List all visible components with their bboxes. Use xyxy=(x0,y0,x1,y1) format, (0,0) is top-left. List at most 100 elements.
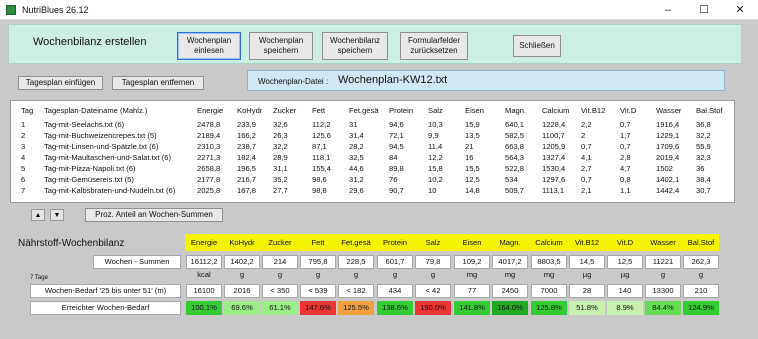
need-value[interactable]: < 42 xyxy=(415,284,451,298)
table-cell: 2,8 xyxy=(620,153,631,162)
column-header[interactable]: Energie xyxy=(197,105,223,116)
table-cell: 7 xyxy=(21,186,26,195)
need-value[interactable]: 77 xyxy=(454,284,490,298)
table-row[interactable]: 6 Tag-mit-Gemüsereis.txt (5) 2177,8 216,7 35… xyxy=(11,174,734,185)
table-cell: 27,7 xyxy=(273,186,288,195)
column-header[interactable]: KoHydr xyxy=(237,105,262,116)
save-weekplan-button[interactable]: Wochenplan speichern xyxy=(249,32,313,60)
unit-label: g xyxy=(430,270,436,279)
reset-form-button[interactable]: Formularfelder zurücksetzen xyxy=(400,32,468,60)
table-cell: 2177,8 xyxy=(197,175,221,184)
table-cell: 522,8 xyxy=(505,164,525,173)
column-header[interactable]: Magn. xyxy=(505,105,526,116)
table-cell: 233,9 xyxy=(237,120,257,129)
table-cell: 32,5 xyxy=(349,153,364,162)
bilanz-header: Vit.D xyxy=(616,238,634,247)
insert-dayplan-button[interactable]: Tagesplan einfügen xyxy=(18,76,103,90)
load-weekplan-button[interactable]: Wochenplan einlesen xyxy=(177,32,241,60)
need-value[interactable]: 2016 xyxy=(224,284,260,298)
table-cell: 10 xyxy=(428,186,437,195)
reached-value: 69.6% xyxy=(224,301,260,315)
table-cell: 1502 xyxy=(656,164,673,173)
file-name: Wochenplan-KW12.txt xyxy=(338,74,448,86)
reached-value: 51.8% xyxy=(569,301,605,315)
table-cell: 36 xyxy=(696,164,705,173)
table-row[interactable]: 7 Tag-mit-Kalbsbraten-und-Nudeln.txt (6) 2… xyxy=(11,185,734,196)
table-cell: 1402,1 xyxy=(656,175,680,184)
column-header[interactable]: Salz xyxy=(428,105,443,116)
table-row[interactable]: 1 Tag-mit-Seelachs.txt (6) 2478,8 233,9 32,6… xyxy=(11,119,734,130)
reached-value: 61.1% xyxy=(262,301,298,315)
table-cell: 167,8 xyxy=(237,186,257,195)
column-header[interactable]: Calcium xyxy=(542,105,569,116)
maximize-button[interactable]: ☐ xyxy=(686,1,722,19)
table-cell: 28,2 xyxy=(349,142,364,151)
unit-label: g xyxy=(353,270,359,279)
column-header[interactable]: Vit.B12 xyxy=(581,105,605,116)
need-value[interactable]: 16100 xyxy=(186,284,222,298)
bilanz-header: KoHydr xyxy=(229,238,255,247)
need-value[interactable]: 2450 xyxy=(492,284,528,298)
move-down-button[interactable]: ▼ xyxy=(50,209,64,221)
column-header[interactable]: Tagesplan-Dateiname (Mahlz.) xyxy=(44,105,147,116)
need-value[interactable]: 28 xyxy=(569,284,605,298)
unit-label: µg xyxy=(582,270,592,279)
file-label: Wochenplan-Datei : xyxy=(258,77,329,86)
column-header[interactable]: Zucker xyxy=(273,105,296,116)
table-cell: 10,2 xyxy=(428,175,443,184)
table-row[interactable]: 2 Tag-mit-Buchweizencrepes.txt (5) 2189,4 1… xyxy=(11,130,734,141)
table-cell: 13,5 xyxy=(465,131,480,140)
table-row[interactable]: 5 Tag-mit-Pizza-Napoli.txt (6) 2658,8 196,5… xyxy=(11,163,734,174)
window-title: NutriBlues 26.12 xyxy=(22,5,89,15)
percent-share-button[interactable]: Proz. Anteil an Wochen-Summen xyxy=(85,208,223,222)
bilanz-header: Salz xyxy=(425,238,441,247)
table-cell: 2025,8 xyxy=(197,186,221,195)
table-cell: 534 xyxy=(505,175,518,184)
table-cell: 0,7 xyxy=(620,142,631,151)
column-header[interactable]: Fet.gesä xyxy=(349,105,379,116)
remove-dayplan-button[interactable]: Tagesplan entfernen xyxy=(112,76,204,90)
need-value[interactable]: < 350 xyxy=(262,284,298,298)
column-header[interactable]: Fett xyxy=(312,105,325,116)
table-row[interactable]: 3 Tag-mit-Linsen-und-Spätzle.txt (6) 2310,… xyxy=(11,141,734,152)
table-cell: 31,1 xyxy=(273,164,288,173)
table-cell: 76 xyxy=(389,175,398,184)
unit-label: g xyxy=(698,270,704,279)
column-header[interactable]: Tag xyxy=(21,105,33,116)
table-cell: 16 xyxy=(465,153,474,162)
table-cell: 30,7 xyxy=(696,186,711,195)
need-value[interactable]: 210 xyxy=(683,284,719,298)
table-row[interactable]: 4 Tag-mit-Maultaschen-und-Salat.txt (6) 22… xyxy=(11,152,734,163)
column-header[interactable]: Eisen xyxy=(465,105,484,116)
minimize-button[interactable]: – xyxy=(650,1,686,19)
dayplan-table: Tag Tagesplan-Dateiname (Mahlz.) Energie Ko… xyxy=(10,100,735,203)
table-cell: 238,7 xyxy=(237,142,257,151)
close-button[interactable]: ✕ xyxy=(722,1,758,19)
need-value[interactable]: 13300 xyxy=(645,284,681,298)
need-value[interactable]: < 539 xyxy=(300,284,336,298)
move-up-button[interactable]: ▲ xyxy=(31,209,45,221)
need-value[interactable]: < 182 xyxy=(338,284,374,298)
need-value[interactable]: 434 xyxy=(377,284,413,298)
table-cell: Tag-mit-Maultaschen-und-Salat.txt (6) xyxy=(44,153,172,162)
reached-value: 125.5% xyxy=(338,301,374,315)
need-value[interactable]: 140 xyxy=(607,284,643,298)
table-cell: 87,1 xyxy=(312,142,327,151)
table-cell: 582,5 xyxy=(505,131,525,140)
table-cell: 1113,1 xyxy=(542,186,565,195)
save-balance-button[interactable]: Wochenbilanz speichern xyxy=(322,32,388,60)
table-cell: 84 xyxy=(389,153,398,162)
table-cell: Tag-mit-Kalbsbraten-und-Nudeln.txt (6) xyxy=(44,186,176,195)
unit-label: mg xyxy=(504,270,516,279)
column-header[interactable]: Wasser xyxy=(656,105,681,116)
column-header[interactable]: Vit.D xyxy=(620,105,636,116)
need-value[interactable]: 7000 xyxy=(531,284,567,298)
table-cell: 2 xyxy=(581,131,586,140)
table-cell: 12,2 xyxy=(428,153,443,162)
column-header[interactable]: Bal.Stof xyxy=(696,105,723,116)
table-cell: 2271,3 xyxy=(197,153,221,162)
column-header[interactable]: Protein xyxy=(389,105,413,116)
table-cell: 0,8 xyxy=(620,175,631,184)
close-app-button[interactable]: Schließen xyxy=(513,35,561,57)
table-cell: Tag-mit-Pizza-Napoli.txt (6) xyxy=(44,164,136,173)
